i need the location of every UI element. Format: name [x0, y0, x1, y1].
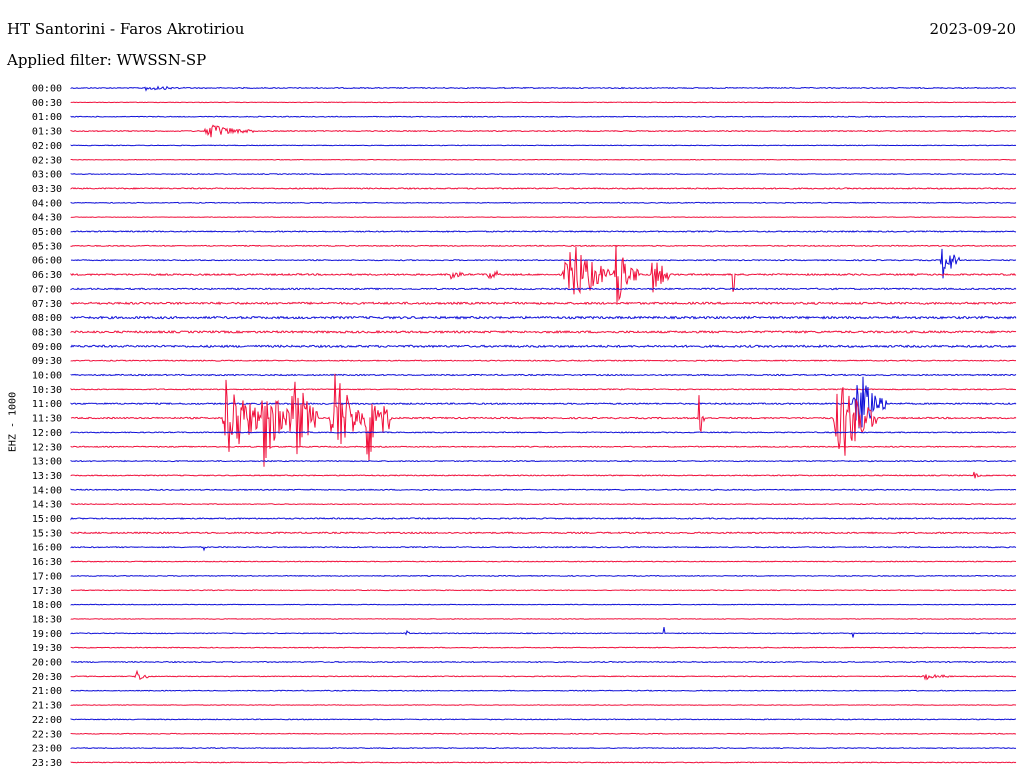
row-time-label: 05:00 — [32, 227, 62, 238]
trace-0300 — [70, 173, 1017, 176]
row-time-label: 12:30 — [32, 442, 62, 453]
trace-0500 — [70, 230, 1017, 233]
row-time-label: 23:30 — [32, 758, 62, 769]
row-time-label: 04:00 — [32, 198, 62, 209]
row-time-label: 15:30 — [32, 528, 62, 539]
trace-1500 — [70, 517, 1017, 521]
row-time-label: 14:30 — [32, 500, 62, 511]
row-time-label: 19:00 — [32, 629, 62, 640]
row-time-label: 19:30 — [32, 643, 62, 654]
row-time-label: 23:00 — [32, 744, 62, 755]
trace-0530 — [70, 244, 1017, 247]
row-time-label: 10:00 — [32, 371, 62, 382]
trace-0630 — [70, 245, 1017, 303]
trace-2200 — [70, 718, 1017, 721]
trace-2130 — [70, 704, 1017, 706]
row-time-label: 01:00 — [32, 112, 62, 123]
row-time-label: 17:30 — [32, 586, 62, 597]
row-time-label: 02:00 — [32, 141, 62, 152]
trace-0900 — [70, 344, 1017, 349]
row-time-label: 03:30 — [32, 184, 62, 195]
row-time-label: 05:30 — [32, 241, 62, 252]
trace-0730 — [70, 301, 1017, 306]
trace-1900 — [70, 627, 1017, 638]
row-time-label: 11:30 — [32, 414, 62, 425]
row-time-label: 08:00 — [32, 313, 62, 324]
trace-0400 — [70, 201, 1017, 204]
row-time-label: 09:30 — [32, 356, 62, 367]
row-time-label: 08:30 — [32, 327, 62, 338]
time-label-group: 00:00 00:30 01:00 01:30 02:00 02:30 03:00 03:30… — [32, 84, 62, 769]
trace-1930 — [70, 646, 1017, 649]
trace-1800 — [70, 603, 1016, 606]
trace-1530 — [70, 531, 1017, 535]
row-time-label: 16:00 — [32, 543, 62, 554]
row-time-label: 20:30 — [32, 672, 62, 683]
row-time-label: 18:30 — [32, 614, 62, 625]
row-time-label: 14:00 — [32, 485, 62, 496]
trace-1230 — [70, 445, 1017, 448]
row-time-label: 07:30 — [32, 299, 62, 310]
trace-1400 — [70, 488, 1017, 491]
row-time-label: 11:00 — [32, 399, 62, 410]
row-time-label: 00:30 — [32, 98, 62, 109]
helicorder-plot: 00:00 00:30 01:00 01:30 02:00 02:30 03:00 03:30… — [32, 84, 1017, 769]
trace-2330 — [70, 761, 1017, 764]
row-time-label: 12:00 — [32, 428, 62, 439]
trace-1630 — [70, 560, 1017, 563]
trace-0130 — [70, 124, 1017, 138]
trace-0430 — [70, 216, 1017, 218]
trace-0930 — [70, 359, 1016, 362]
row-time-label: 21:30 — [32, 701, 62, 712]
row-time-label: 16:30 — [32, 557, 62, 568]
trace-1030 — [70, 387, 1017, 391]
trace-0800 — [70, 315, 1017, 320]
trace-0230 — [70, 158, 1017, 161]
trace-0200 — [70, 144, 1017, 147]
row-time-label: 22:30 — [32, 729, 62, 740]
row-time-label: 09:00 — [32, 342, 62, 353]
trace-group — [70, 85, 1017, 764]
row-time-label: 04:30 — [32, 213, 62, 224]
row-time-label: 17:00 — [32, 571, 62, 582]
trace-2100 — [70, 689, 1017, 692]
row-time-label: 13:00 — [32, 457, 62, 468]
row-time-label: 01:30 — [32, 127, 62, 138]
row-time-label: 06:00 — [32, 256, 62, 267]
trace-1830 — [70, 618, 1017, 620]
row-time-label: 02:30 — [32, 155, 62, 166]
trace-2300 — [70, 747, 1017, 750]
row-time-label: 22:00 — [32, 715, 62, 726]
trace-0100 — [70, 115, 1017, 118]
trace-1730 — [70, 589, 1017, 592]
trace-0700 — [70, 287, 1017, 291]
trace-2030 — [70, 669, 1017, 681]
row-time-label: 18:00 — [32, 600, 62, 611]
row-time-label: 03:00 — [32, 170, 62, 181]
trace-1330 — [70, 471, 1017, 479]
trace-1700 — [70, 574, 1016, 577]
row-time-label: 15:00 — [32, 514, 62, 525]
trace-0830 — [70, 329, 1017, 334]
row-time-label: 13:30 — [32, 471, 62, 482]
row-time-label: 06:30 — [32, 270, 62, 281]
trace-1130 — [70, 373, 1017, 467]
trace-1600 — [70, 546, 1017, 552]
trace-1430 — [70, 503, 1016, 506]
row-time-label: 10:30 — [32, 385, 62, 396]
trace-0330 — [70, 187, 1017, 190]
row-time-label: 20:00 — [32, 658, 62, 669]
trace-1200 — [70, 431, 1017, 434]
trace-0000 — [70, 85, 1017, 92]
trace-2000 — [70, 660, 1017, 664]
trace-1000 — [70, 373, 1017, 377]
row-time-label: 07:00 — [32, 284, 62, 295]
trace-1300 — [70, 459, 1017, 463]
trace-1100 — [70, 376, 1017, 429]
row-time-label: 21:00 — [32, 686, 62, 697]
row-time-label: 00:00 — [32, 84, 62, 95]
trace-0030 — [70, 101, 1017, 104]
trace-0600 — [70, 248, 1017, 279]
trace-2230 — [70, 732, 1017, 735]
